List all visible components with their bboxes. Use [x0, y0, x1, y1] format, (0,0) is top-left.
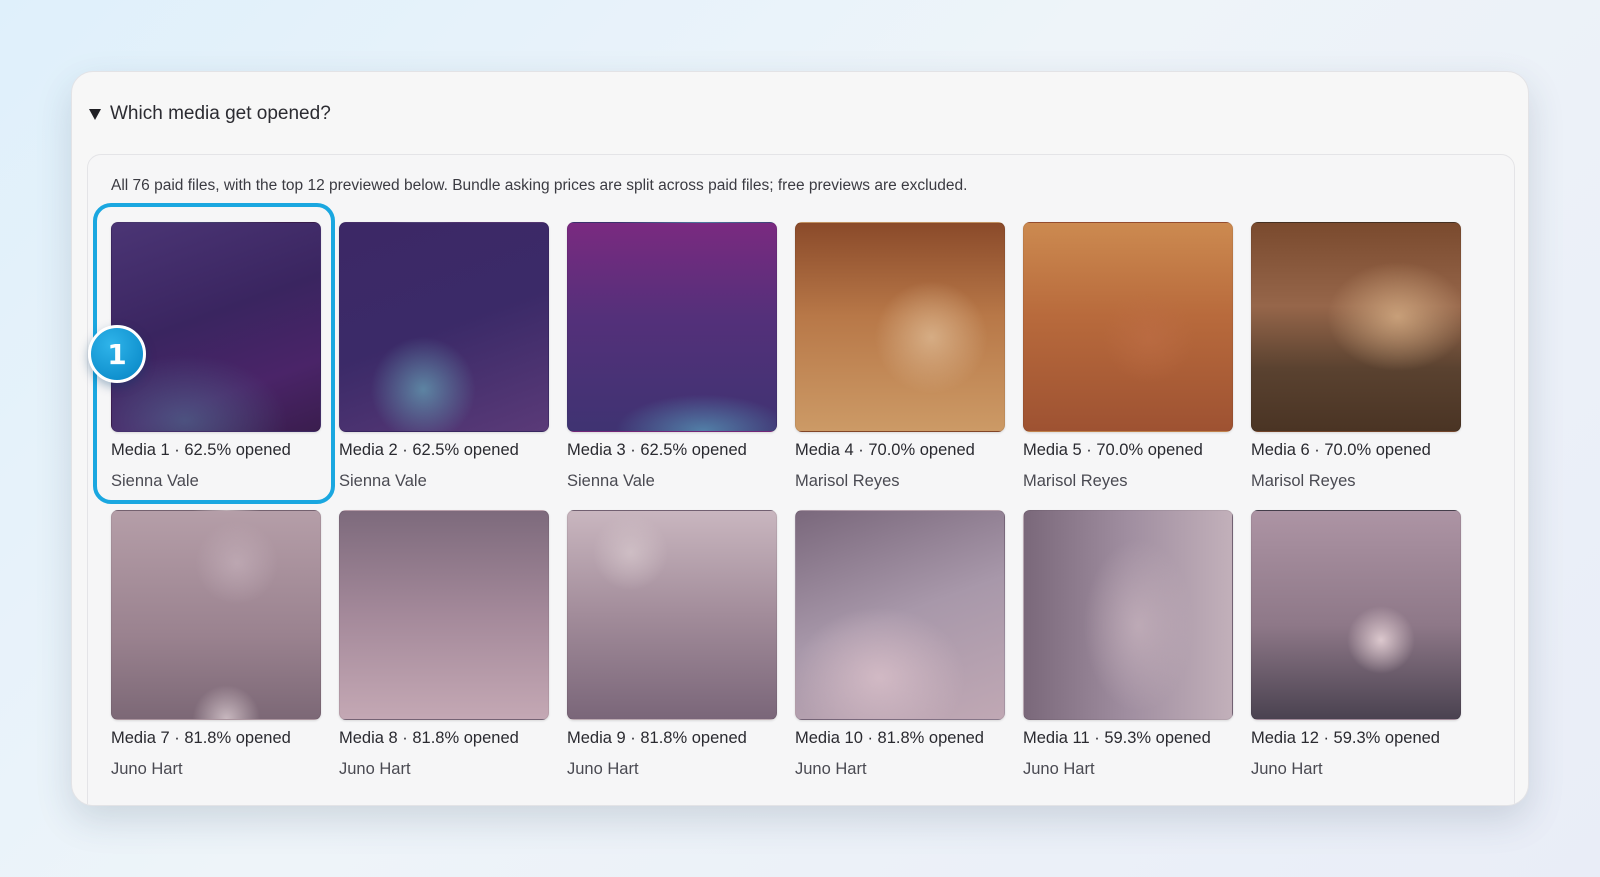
- media-thumbnail[interactable]: [795, 510, 1005, 720]
- media-caption: Media 7 · 81.8% opened: [111, 729, 291, 747]
- media-thumbnail[interactable]: [1251, 222, 1461, 432]
- media-creator: Juno Hart: [1023, 760, 1095, 778]
- media-creator: Marisol Reyes: [1251, 472, 1356, 490]
- media-tile-5[interactable]: Media 5 · 70.0% opened Marisol Reyes: [1023, 222, 1233, 492]
- media-thumbnail[interactable]: [111, 222, 321, 432]
- media-caption: Media 2 · 62.5% opened: [339, 441, 519, 459]
- media-creator: Marisol Reyes: [795, 472, 900, 490]
- media-grid: Media 1 · 62.5% opened Sienna Vale Media…: [111, 222, 1461, 780]
- media-creator: Sienna Vale: [111, 472, 199, 490]
- media-thumbnail[interactable]: [339, 222, 549, 432]
- media-thumbnail[interactable]: [339, 510, 549, 720]
- media-thumbnail[interactable]: [567, 510, 777, 720]
- media-caption: Media 5 · 70.0% opened: [1023, 441, 1203, 459]
- media-tile-3[interactable]: Media 3 · 62.5% opened Sienna Vale: [567, 222, 777, 492]
- media-caption: Media 3 · 62.5% opened: [567, 441, 747, 459]
- media-caption: Media 6 · 70.0% opened: [1251, 441, 1431, 459]
- media-caption: Media 9 · 81.8% opened: [567, 729, 747, 747]
- panel-description: All 76 paid files, with the top 12 previ…: [111, 177, 968, 194]
- media-opened-card: Which media get opened? All 76 paid file…: [71, 71, 1529, 806]
- step-badge: 1: [88, 325, 146, 383]
- media-thumbnail[interactable]: [1023, 222, 1233, 432]
- media-thumbnail[interactable]: [1251, 510, 1461, 720]
- media-tile-8[interactable]: Media 8 · 81.8% opened Juno Hart: [339, 510, 549, 780]
- media-creator: Marisol Reyes: [1023, 472, 1128, 490]
- media-caption: Media 10 · 81.8% opened: [795, 729, 984, 747]
- media-tile-9[interactable]: Media 9 · 81.8% opened Juno Hart: [567, 510, 777, 780]
- media-caption: Media 8 · 81.8% opened: [339, 729, 519, 747]
- media-tile-11[interactable]: Media 11 · 59.3% opened Juno Hart: [1023, 510, 1233, 780]
- media-thumbnail[interactable]: [795, 222, 1005, 432]
- section-toggle[interactable]: Which media get opened?: [89, 100, 331, 128]
- media-creator: Juno Hart: [111, 760, 183, 778]
- media-tile-12[interactable]: Media 12 · 59.3% opened Juno Hart: [1251, 510, 1461, 780]
- disclosure-triangle-icon: [89, 109, 101, 120]
- media-tile-4[interactable]: Media 4 · 70.0% opened Marisol Reyes: [795, 222, 1005, 492]
- media-tile-6[interactable]: Media 6 · 70.0% opened Marisol Reyes: [1251, 222, 1461, 492]
- media-tile-2[interactable]: Media 2 · 62.5% opened Sienna Vale: [339, 222, 549, 492]
- media-creator: Juno Hart: [567, 760, 639, 778]
- media-caption: Media 1 · 62.5% opened: [111, 441, 291, 459]
- media-caption: Media 4 · 70.0% opened: [795, 441, 975, 459]
- media-creator: Sienna Vale: [567, 472, 655, 490]
- section-title: Which media get opened?: [110, 103, 331, 124]
- media-creator: Sienna Vale: [339, 472, 427, 490]
- media-creator: Juno Hart: [339, 760, 411, 778]
- media-tile-7[interactable]: Media 7 · 81.8% opened Juno Hart: [111, 510, 321, 780]
- media-creator: Juno Hart: [795, 760, 867, 778]
- media-thumbnail[interactable]: [567, 222, 777, 432]
- media-thumbnail[interactable]: [1023, 510, 1233, 720]
- media-creator: Juno Hart: [1251, 760, 1323, 778]
- media-caption: Media 12 · 59.3% opened: [1251, 729, 1440, 747]
- media-caption: Media 11 · 59.3% opened: [1023, 729, 1211, 747]
- media-tile-10[interactable]: Media 10 · 81.8% opened Juno Hart: [795, 510, 1005, 780]
- media-panel: All 76 paid files, with the top 12 previ…: [87, 154, 1515, 805]
- media-thumbnail[interactable]: [111, 510, 321, 720]
